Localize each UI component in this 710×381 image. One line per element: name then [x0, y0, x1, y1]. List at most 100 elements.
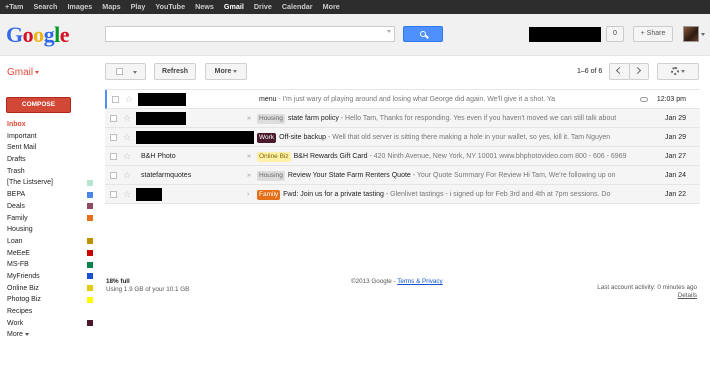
- sidebar-item-meeee[interactable]: MeEeE: [0, 248, 100, 260]
- message-date: Jan 27: [664, 153, 686, 160]
- sidebar-item-sent-mail[interactable]: Sent Mail: [0, 142, 100, 154]
- message-label-tag[interactable]: Online Biz: [257, 152, 291, 162]
- message-row[interactable]: ☆ menu - I'm just wary of playing around …: [105, 90, 700, 109]
- message-row[interactable]: ☆ › Family Fwd: Join us for a private tasti…: [105, 185, 700, 204]
- message-row[interactable]: ☆ B&H Photo » Online Biz B&H Rewards Gift Ca…: [105, 147, 700, 166]
- google-bar-link-news[interactable]: News: [190, 0, 219, 14]
- importance-marker-icon[interactable]: »: [247, 147, 251, 166]
- star-icon[interactable]: ☆: [123, 170, 131, 180]
- label-color-swatch[interactable]: [87, 261, 93, 268]
- message-sender: statefarmquotes: [141, 172, 192, 179]
- message-row[interactable]: ☆ » Housing state farm policy - Hello Tam, …: [105, 109, 700, 128]
- label-color-swatch[interactable]: [87, 285, 93, 292]
- redacted-sender: [136, 112, 186, 125]
- gmail-app-switcher[interactable]: Gmail: [7, 67, 40, 79]
- more-actions-button[interactable]: More: [205, 63, 247, 80]
- older-button[interactable]: [629, 63, 649, 80]
- select-all-dropdown[interactable]: [105, 63, 146, 80]
- terms-privacy-link[interactable]: Terms & Privacy: [397, 278, 442, 285]
- star-icon[interactable]: ☆: [123, 132, 131, 142]
- google-bar-link-gmail[interactable]: Gmail: [219, 0, 249, 14]
- select-all-checkbox[interactable]: [116, 68, 123, 75]
- google-bar-link-calendar[interactable]: Calendar: [277, 0, 318, 14]
- sidebar-item-photog-biz[interactable]: Photog Biz: [0, 294, 100, 306]
- sidebar-item-family[interactable]: Family: [0, 213, 100, 225]
- sidebar-item-label: MS-FB: [7, 261, 29, 269]
- star-icon[interactable]: ☆: [123, 189, 131, 199]
- message-checkbox[interactable]: [110, 134, 117, 141]
- label-color-swatch[interactable]: [87, 191, 93, 198]
- redacted-username[interactable]: [529, 27, 601, 42]
- label-color-swatch[interactable]: [87, 238, 93, 245]
- label-color-swatch[interactable]: [87, 320, 93, 327]
- newer-button[interactable]: [609, 63, 630, 80]
- compose-button[interactable]: COMPOSE: [6, 97, 71, 113]
- google-bar-link-play[interactable]: Play: [126, 0, 151, 14]
- sidebar-item-bepa[interactable]: BEPA: [0, 189, 100, 201]
- label-color-swatch[interactable]: [87, 273, 93, 280]
- label-color-swatch[interactable]: [87, 296, 93, 303]
- sidebar-item-inbox[interactable]: Inbox: [0, 119, 100, 131]
- redacted-sender: [138, 93, 186, 106]
- message-subject: Fwd: Join us for a private tasting: [283, 191, 384, 198]
- sidebar-item-label: Sent Mail: [7, 144, 37, 152]
- label-color-swatch[interactable]: [87, 179, 93, 186]
- search-options-chevron-icon[interactable]: [387, 30, 391, 33]
- sidebar-item-label: Housing: [7, 226, 33, 234]
- message-checkbox[interactable]: [112, 96, 119, 103]
- sidebar-item-trash[interactable]: Trash: [0, 166, 100, 178]
- sidebar-item-recipes[interactable]: Recipes: [0, 306, 100, 318]
- avatar[interactable]: [683, 26, 699, 42]
- message-row[interactable]: ☆ Work Off-site backup - Well that old ser…: [105, 128, 700, 147]
- google-bar-link-drive[interactable]: Drive: [249, 0, 277, 14]
- search-button[interactable]: [403, 26, 443, 42]
- importance-marker-icon[interactable]: »: [247, 109, 251, 128]
- sidebar-item-deals[interactable]: Deals: [0, 201, 100, 213]
- refresh-button[interactable]: Refresh: [154, 63, 196, 80]
- importance-marker-icon[interactable]: »: [247, 166, 251, 185]
- label-color-swatch[interactable]: [87, 215, 93, 221]
- details-link[interactable]: Details: [678, 292, 697, 299]
- sidebar-item-loan[interactable]: Loan: [0, 236, 100, 248]
- message-label-tag[interactable]: Work: [257, 133, 277, 143]
- chevron-left-icon: [615, 66, 624, 75]
- google-bar-link-youtube[interactable]: YouTube: [150, 0, 190, 14]
- settings-button[interactable]: [657, 63, 699, 80]
- sidebar-item-online-biz[interactable]: Online Biz: [0, 283, 100, 295]
- message-label-tag[interactable]: Family: [257, 190, 281, 200]
- sidebar-item-myfriends[interactable]: MyFriends: [0, 271, 100, 283]
- google-bar-link-images[interactable]: Images: [62, 0, 97, 14]
- sidebar-item-drafts[interactable]: Drafts: [0, 154, 100, 166]
- message-checkbox[interactable]: [110, 153, 117, 160]
- search-input[interactable]: [105, 26, 395, 42]
- message-label-tag[interactable]: Housing: [257, 171, 285, 181]
- sidebar-item-the-listserve[interactable]: [The Listserve]: [0, 177, 100, 189]
- message-checkbox[interactable]: [110, 191, 117, 198]
- account-chevron-down-icon[interactable]: [701, 33, 705, 36]
- google-bar-link-search[interactable]: Search: [28, 0, 62, 14]
- google-bar-link-maps[interactable]: Maps: [97, 0, 125, 14]
- message-label-tag[interactable]: Housing: [257, 114, 285, 124]
- chevron-down-icon: [35, 70, 40, 74]
- importance-marker-icon[interactable]: ›: [247, 185, 249, 204]
- sidebar-item-label: Loan: [7, 237, 23, 245]
- notification-count-button[interactable]: 0: [606, 26, 624, 42]
- sidebar-item-housing[interactable]: Housing: [0, 224, 100, 236]
- google-bar-link-tam[interactable]: +Tam: [0, 0, 28, 14]
- label-color-swatch[interactable]: [87, 203, 93, 210]
- message-row[interactable]: ☆ statefarmquotes » Housing Review Your Stat…: [105, 166, 700, 185]
- share-button[interactable]: + Share: [633, 26, 673, 42]
- copyright-text: ©2013 Google -: [351, 278, 398, 285]
- star-icon[interactable]: ☆: [125, 94, 133, 104]
- sidebar-item-ms-fb[interactable]: MS-FB: [0, 259, 100, 271]
- google-bar-link-more[interactable]: More: [318, 0, 345, 14]
- sidebar-item-more[interactable]: More: [0, 329, 100, 341]
- sidebar-item-important[interactable]: Important: [0, 131, 100, 143]
- sidebar-item-work[interactable]: Work: [0, 318, 100, 330]
- message-checkbox[interactable]: [110, 115, 117, 122]
- star-icon[interactable]: ☆: [123, 151, 131, 161]
- message-checkbox[interactable]: [110, 172, 117, 179]
- google-logo[interactable]: Google: [6, 24, 70, 46]
- star-icon[interactable]: ☆: [123, 113, 131, 123]
- label-color-swatch[interactable]: [87, 250, 93, 257]
